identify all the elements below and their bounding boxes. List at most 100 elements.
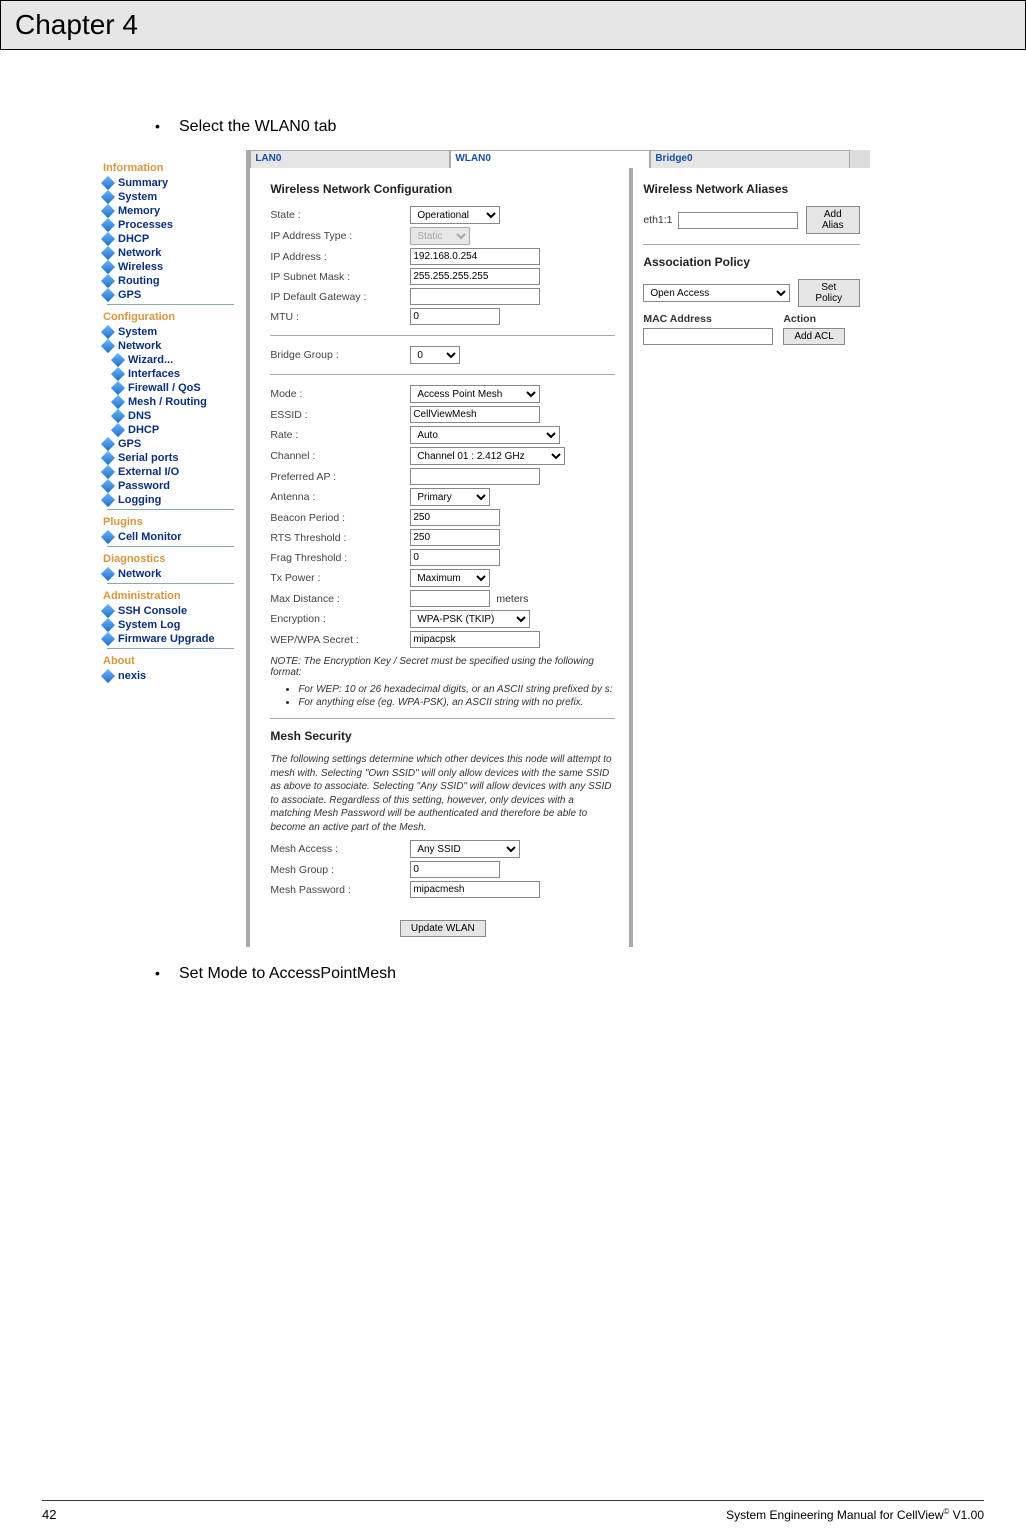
mac-input[interactable] xyxy=(643,328,773,345)
diamond-icon xyxy=(101,618,115,632)
frag-input[interactable] xyxy=(410,549,500,566)
rts-input[interactable] xyxy=(410,529,500,546)
nav-gps[interactable]: GPS xyxy=(101,288,240,302)
nav-conf-system[interactable]: System xyxy=(101,325,240,339)
diamond-icon xyxy=(101,493,115,507)
gw-input[interactable] xyxy=(410,288,540,305)
nav-conf-dhcp[interactable]: DHCP xyxy=(101,423,240,437)
tab-bridge0[interactable]: Bridge0 xyxy=(650,150,850,168)
antenna-select[interactable]: Primary xyxy=(410,488,490,506)
set-policy-button[interactable]: Set Policy xyxy=(798,279,860,307)
update-wlan-button[interactable]: Update WLAN xyxy=(400,920,486,937)
diamond-icon xyxy=(111,353,125,367)
nav-section-administration: Administration xyxy=(103,590,240,602)
channel-select[interactable]: Channel 01 : 2.412 GHz xyxy=(410,447,565,465)
nav-conf-serial[interactable]: Serial ports xyxy=(101,451,240,465)
mode-select[interactable]: Access Point Mesh xyxy=(410,385,540,403)
wep-input[interactable] xyxy=(410,631,540,648)
nav-system[interactable]: System xyxy=(101,190,240,204)
nav-wireless[interactable]: Wireless xyxy=(101,260,240,274)
bridge-select[interactable]: 0 xyxy=(410,346,460,364)
antenna-label: Antenna : xyxy=(270,491,410,503)
nav-routing[interactable]: Routing xyxy=(101,274,240,288)
embedded-screenshot: Information Summary System Memory Proces… xyxy=(95,150,870,947)
nav-conf-wizard[interactable]: Wizard... xyxy=(101,353,240,367)
right-column: Wireless Network Aliases eth1:1 Add Alia… xyxy=(633,168,870,947)
beacon-input[interactable] xyxy=(410,509,500,526)
nav-summary[interactable]: Summary xyxy=(101,176,240,190)
mesh-description: The following settings determine which o… xyxy=(270,753,615,834)
diamond-icon xyxy=(101,204,115,218)
nav-nexis[interactable]: nexis xyxy=(101,669,240,683)
page-number: 42 xyxy=(42,1507,56,1522)
nav-section-diagnostics: Diagnostics xyxy=(103,553,240,565)
main-panel: LAN0 WLAN0 Bridge0 Wireless Network Conf… xyxy=(250,150,870,947)
mesh-heading: Mesh Security xyxy=(270,729,615,743)
nav-ssh-console[interactable]: SSH Console xyxy=(101,604,240,618)
maxd-input[interactable] xyxy=(410,590,490,607)
diamond-icon xyxy=(101,632,115,646)
txp-label: Tx Power : xyxy=(270,572,410,584)
instruction-bullet-2: Set Mode to AccessPointMesh xyxy=(155,965,926,983)
diamond-icon xyxy=(101,176,115,190)
maxd-label: Max Distance : xyxy=(270,593,410,605)
nav-cell-monitor[interactable]: Cell Monitor xyxy=(101,530,240,544)
meshgrp-input[interactable] xyxy=(410,861,500,878)
enc-select[interactable]: WPA-PSK (TKIP) xyxy=(410,610,530,628)
nav-diag-network[interactable]: Network xyxy=(101,567,240,581)
nav-system-log[interactable]: System Log xyxy=(101,618,240,632)
ip-input[interactable] xyxy=(410,248,540,265)
nav-firmware-upgrade[interactable]: Firmware Upgrade xyxy=(101,632,240,646)
eth-label: eth1:1 xyxy=(643,214,677,226)
nav-network[interactable]: Network xyxy=(101,246,240,260)
diamond-icon xyxy=(101,451,115,465)
txp-select[interactable]: Maximum xyxy=(410,569,490,587)
diamond-icon xyxy=(111,409,125,423)
nav-conf-dns[interactable]: DNS xyxy=(101,409,240,423)
nav-conf-interfaces[interactable]: Interfaces xyxy=(101,367,240,381)
instruction-bullet-1: Select the WLAN0 tab xyxy=(155,118,926,136)
diamond-icon xyxy=(101,325,115,339)
maxd-unit: meters xyxy=(496,593,528,605)
nav-processes[interactable]: Processes xyxy=(101,218,240,232)
nav-conf-mesh[interactable]: Mesh / Routing xyxy=(101,395,240,409)
nav-memory[interactable]: Memory xyxy=(101,204,240,218)
encryption-note: NOTE: The Encryption Key / Secret must b… xyxy=(270,656,615,708)
tab-wlan0[interactable]: WLAN0 xyxy=(450,150,650,168)
meshpw-label: Mesh Password : xyxy=(270,884,410,896)
alias-input[interactable] xyxy=(678,212,798,229)
state-select[interactable]: Operational xyxy=(410,206,500,224)
diamond-icon xyxy=(101,190,115,204)
wnc-heading: Wireless Network Configuration xyxy=(270,182,615,196)
meshpw-input[interactable] xyxy=(410,881,540,898)
mtu-input[interactable] xyxy=(410,308,500,325)
diamond-icon xyxy=(101,437,115,451)
chapter-title: Chapter 4 xyxy=(0,0,1026,50)
action-header: Action xyxy=(783,313,816,325)
nav-conf-gps[interactable]: GPS xyxy=(101,437,240,451)
add-acl-button[interactable]: Add ACL xyxy=(783,328,844,345)
nav-conf-extio[interactable]: External I/O xyxy=(101,465,240,479)
mode-label: Mode : xyxy=(270,388,410,400)
prefap-label: Preferred AP : xyxy=(270,471,410,483)
nav-section-plugins: Plugins xyxy=(103,516,240,528)
nav-conf-network[interactable]: Network xyxy=(101,339,240,353)
prefap-input[interactable] xyxy=(410,468,540,485)
gw-label: IP Default Gateway : xyxy=(270,291,410,303)
meshacc-select[interactable]: Any SSID xyxy=(410,840,520,858)
diamond-icon xyxy=(101,669,115,683)
nav-dhcp[interactable]: DHCP xyxy=(101,232,240,246)
mask-input[interactable] xyxy=(410,268,540,285)
add-alias-button[interactable]: Add Alias xyxy=(806,206,860,234)
wep-label: WEP/WPA Secret : xyxy=(270,634,410,646)
meshacc-label: Mesh Access : xyxy=(270,843,410,855)
nav-conf-logging[interactable]: Logging xyxy=(101,493,240,507)
tab-lan0[interactable]: LAN0 xyxy=(250,150,450,168)
ip-label: IP Address : xyxy=(270,251,410,263)
essid-input[interactable] xyxy=(410,406,540,423)
nav-conf-password[interactable]: Password xyxy=(101,479,240,493)
policy-select[interactable]: Open Access xyxy=(643,284,789,302)
footer-right: System Engineering Manual for CellView© … xyxy=(726,1507,984,1522)
nav-conf-firewall[interactable]: Firewall / QoS xyxy=(101,381,240,395)
rate-select[interactable]: Auto xyxy=(410,426,560,444)
